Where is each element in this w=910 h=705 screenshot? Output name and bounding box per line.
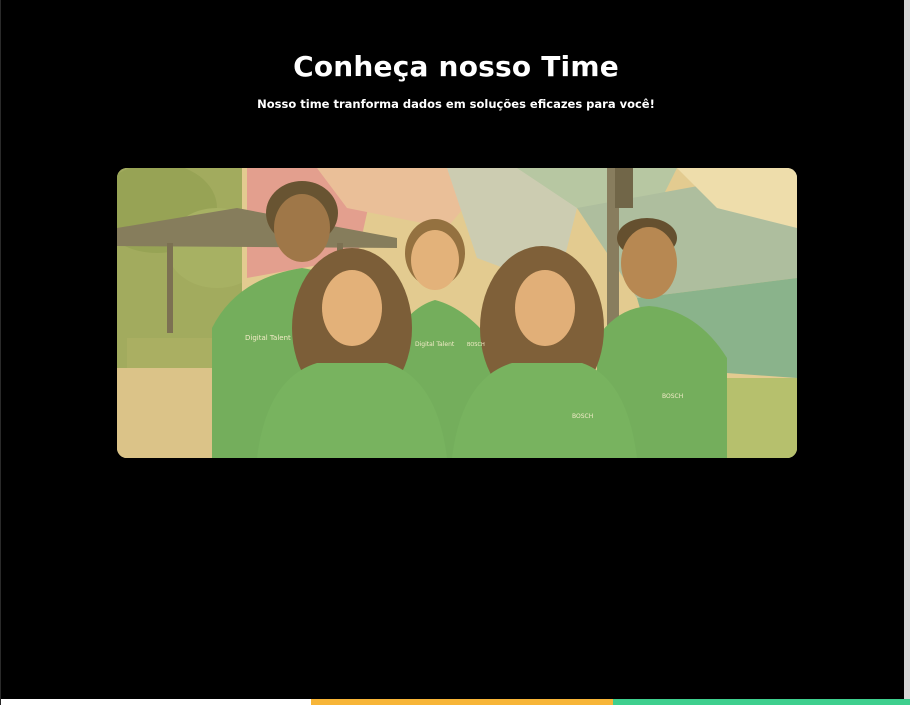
bottom-bar-green	[613, 699, 910, 705]
bottom-bar-white	[1, 699, 311, 705]
scrollbar-track[interactable]	[904, 0, 910, 699]
team-photo: Digital Talent Digital Talent BOSCH BOSC…	[117, 168, 797, 458]
shirt-logo-text-middle: Digital Talent	[415, 341, 455, 348]
shirt-brand-text-right: BOSCH	[662, 393, 683, 400]
bottom-bar-orange	[311, 699, 613, 705]
shirt-brand-text-middle: BOSCH	[467, 342, 485, 348]
shirt-logo-text-left: Digital Talent	[245, 334, 291, 342]
shirt-brand-text-front: BOSCH	[572, 413, 593, 420]
section-subtitle: Nosso time tranforma dados em soluções e…	[257, 97, 655, 111]
section-title: Conheça nosso Time	[293, 50, 619, 83]
bottom-color-bar	[1, 699, 910, 705]
team-section: Conheça nosso Time Nosso time tranforma …	[0, 0, 910, 705]
team-photo-image: Digital Talent Digital Talent BOSCH BOSC…	[117, 168, 797, 458]
